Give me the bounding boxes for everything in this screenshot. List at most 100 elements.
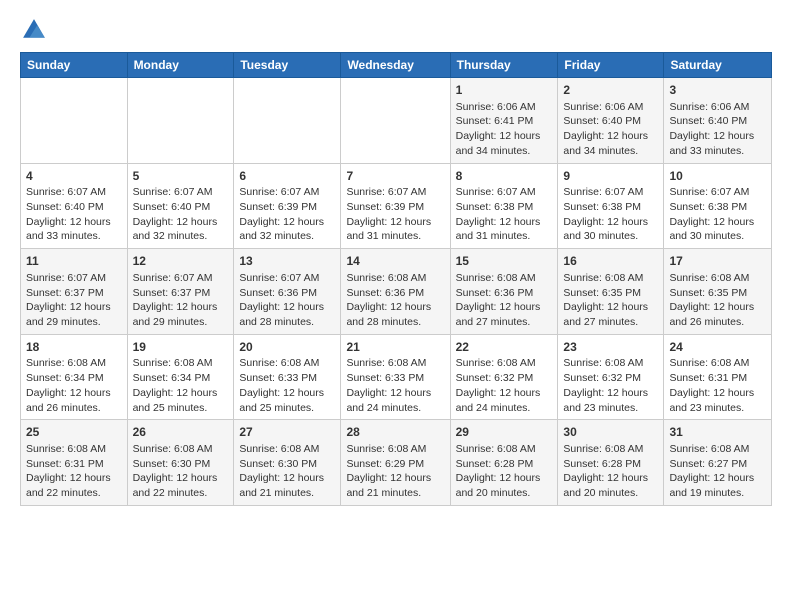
day-info-line: Sunrise: 6:08 AM: [456, 442, 553, 457]
day-info-line: Sunset: 6:28 PM: [456, 457, 553, 472]
weekday-header-wednesday: Wednesday: [341, 53, 450, 78]
day-number: 17: [669, 253, 766, 270]
day-info-line: Daylight: 12 hours: [456, 471, 553, 486]
day-info-line: Sunrise: 6:08 AM: [239, 356, 335, 371]
day-number: 2: [563, 82, 658, 99]
day-info-line: Sunrise: 6:08 AM: [26, 356, 122, 371]
calendar-cell: 12Sunrise: 6:07 AMSunset: 6:37 PMDayligh…: [127, 249, 234, 335]
calendar-week-5: 25Sunrise: 6:08 AMSunset: 6:31 PMDayligh…: [21, 420, 772, 506]
calendar-cell: 24Sunrise: 6:08 AMSunset: 6:31 PMDayligh…: [664, 334, 772, 420]
day-number: 4: [26, 168, 122, 185]
day-info-line: Sunset: 6:31 PM: [669, 371, 766, 386]
day-info-line: Sunrise: 6:07 AM: [239, 185, 335, 200]
day-info-line: Daylight: 12 hours: [239, 300, 335, 315]
day-number: 29: [456, 424, 553, 441]
calendar-cell: 20Sunrise: 6:08 AMSunset: 6:33 PMDayligh…: [234, 334, 341, 420]
day-number: 14: [346, 253, 444, 270]
day-number: 6: [239, 168, 335, 185]
day-number: 21: [346, 339, 444, 356]
day-number: 23: [563, 339, 658, 356]
day-info-line: and 31 minutes.: [346, 229, 444, 244]
day-info-line: Daylight: 12 hours: [563, 300, 658, 315]
day-info-line: Sunset: 6:32 PM: [563, 371, 658, 386]
day-info-line: and 20 minutes.: [563, 486, 658, 501]
day-info-line: Daylight: 12 hours: [669, 386, 766, 401]
day-info-line: Sunset: 6:34 PM: [26, 371, 122, 386]
day-info-line: and 23 minutes.: [563, 401, 658, 416]
day-number: 28: [346, 424, 444, 441]
weekday-header-tuesday: Tuesday: [234, 53, 341, 78]
calendar-body: 1Sunrise: 6:06 AMSunset: 6:41 PMDaylight…: [21, 78, 772, 506]
day-info-line: Sunset: 6:39 PM: [346, 200, 444, 215]
day-number: 5: [133, 168, 229, 185]
day-info-line: Sunset: 6:37 PM: [133, 286, 229, 301]
day-info-line: Daylight: 12 hours: [346, 215, 444, 230]
day-info-line: Daylight: 12 hours: [456, 386, 553, 401]
calendar-cell: 6Sunrise: 6:07 AMSunset: 6:39 PMDaylight…: [234, 163, 341, 249]
day-info-line: and 24 minutes.: [346, 401, 444, 416]
calendar-cell: 15Sunrise: 6:08 AMSunset: 6:36 PMDayligh…: [450, 249, 558, 335]
calendar-cell: [234, 78, 341, 164]
day-info-line: Daylight: 12 hours: [239, 215, 335, 230]
calendar-week-2: 4Sunrise: 6:07 AMSunset: 6:40 PMDaylight…: [21, 163, 772, 249]
day-info-line: Daylight: 12 hours: [133, 300, 229, 315]
day-info-line: and 31 minutes.: [456, 229, 553, 244]
day-info-line: Daylight: 12 hours: [563, 129, 658, 144]
day-info-line: Daylight: 12 hours: [456, 215, 553, 230]
day-info-line: Sunrise: 6:08 AM: [669, 356, 766, 371]
day-info-line: and 24 minutes.: [456, 401, 553, 416]
day-info-line: Sunset: 6:40 PM: [133, 200, 229, 215]
day-info-line: and 19 minutes.: [669, 486, 766, 501]
day-info-line: Daylight: 12 hours: [563, 471, 658, 486]
day-info-line: Daylight: 12 hours: [26, 300, 122, 315]
calendar-cell: 14Sunrise: 6:08 AMSunset: 6:36 PMDayligh…: [341, 249, 450, 335]
day-info-line: and 26 minutes.: [26, 401, 122, 416]
day-info-line: and 25 minutes.: [239, 401, 335, 416]
day-number: 30: [563, 424, 658, 441]
day-info-line: Daylight: 12 hours: [563, 386, 658, 401]
day-info-line: Sunrise: 6:08 AM: [346, 271, 444, 286]
day-info-line: Daylight: 12 hours: [346, 300, 444, 315]
calendar-cell: 26Sunrise: 6:08 AMSunset: 6:30 PMDayligh…: [127, 420, 234, 506]
logo: [20, 16, 52, 44]
calendar-cell: 5Sunrise: 6:07 AMSunset: 6:40 PMDaylight…: [127, 163, 234, 249]
day-info-line: Daylight: 12 hours: [133, 386, 229, 401]
calendar-cell: [127, 78, 234, 164]
day-info-line: Sunset: 6:33 PM: [346, 371, 444, 386]
day-info-line: Sunset: 6:35 PM: [669, 286, 766, 301]
calendar-cell: 25Sunrise: 6:08 AMSunset: 6:31 PMDayligh…: [21, 420, 128, 506]
day-info-line: and 33 minutes.: [669, 144, 766, 159]
day-info-line: Sunrise: 6:07 AM: [239, 271, 335, 286]
day-info-line: Sunrise: 6:07 AM: [133, 185, 229, 200]
day-info-line: and 34 minutes.: [456, 144, 553, 159]
calendar-cell: 22Sunrise: 6:08 AMSunset: 6:32 PMDayligh…: [450, 334, 558, 420]
day-info-line: Sunrise: 6:07 AM: [456, 185, 553, 200]
day-info-line: Sunrise: 6:08 AM: [456, 271, 553, 286]
day-number: 16: [563, 253, 658, 270]
calendar-week-4: 18Sunrise: 6:08 AMSunset: 6:34 PMDayligh…: [21, 334, 772, 420]
day-info-line: and 30 minutes.: [669, 229, 766, 244]
day-info-line: Sunrise: 6:08 AM: [133, 442, 229, 457]
day-info-line: Daylight: 12 hours: [239, 386, 335, 401]
day-info-line: Sunrise: 6:07 AM: [346, 185, 444, 200]
calendar-cell: 16Sunrise: 6:08 AMSunset: 6:35 PMDayligh…: [558, 249, 664, 335]
day-info-line: and 23 minutes.: [669, 401, 766, 416]
day-number: 25: [26, 424, 122, 441]
day-info-line: Sunrise: 6:06 AM: [563, 100, 658, 115]
day-info-line: Sunset: 6:37 PM: [26, 286, 122, 301]
calendar-cell: [341, 78, 450, 164]
day-info-line: Sunrise: 6:08 AM: [563, 356, 658, 371]
calendar-cell: 2Sunrise: 6:06 AMSunset: 6:40 PMDaylight…: [558, 78, 664, 164]
day-number: 18: [26, 339, 122, 356]
calendar-cell: 9Sunrise: 6:07 AMSunset: 6:38 PMDaylight…: [558, 163, 664, 249]
calendar-cell: 31Sunrise: 6:08 AMSunset: 6:27 PMDayligh…: [664, 420, 772, 506]
day-number: 10: [669, 168, 766, 185]
calendar-cell: 23Sunrise: 6:08 AMSunset: 6:32 PMDayligh…: [558, 334, 664, 420]
day-info-line: Sunrise: 6:08 AM: [346, 442, 444, 457]
day-info-line: Daylight: 12 hours: [669, 300, 766, 315]
calendar-week-1: 1Sunrise: 6:06 AMSunset: 6:41 PMDaylight…: [21, 78, 772, 164]
calendar-cell: 30Sunrise: 6:08 AMSunset: 6:28 PMDayligh…: [558, 420, 664, 506]
day-info-line: Sunset: 6:38 PM: [669, 200, 766, 215]
calendar-cell: 19Sunrise: 6:08 AMSunset: 6:34 PMDayligh…: [127, 334, 234, 420]
day-number: 26: [133, 424, 229, 441]
